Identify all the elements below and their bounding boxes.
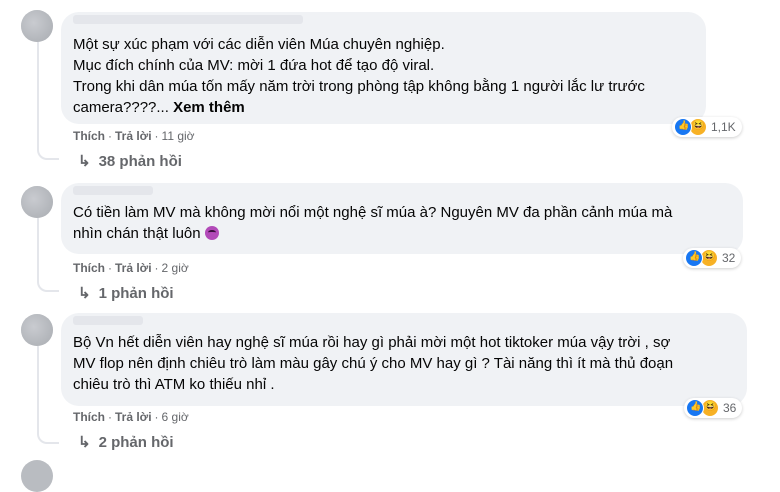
replies-count: 38 phản hồi (98, 152, 182, 170)
reaction-summary[interactable]: 36 (684, 398, 743, 418)
comment-timestamp[interactable]: 2 giờ (162, 261, 189, 275)
thread-connector (37, 430, 59, 444)
like-button[interactable]: Thích (73, 129, 105, 143)
view-replies-link[interactable]: ↳ 2 phản hồi (78, 433, 174, 452)
comment-line: Mục đích chính của MV: mời 1 đứa hot để … (73, 57, 435, 74)
reply-arrow-icon: ↳ (78, 434, 91, 451)
commenter-name[interactable] (73, 15, 303, 24)
comment-bubble: Có tiền làm MV mà không mời nổi một nghệ… (61, 183, 743, 254)
like-icon (685, 249, 703, 267)
reply-button[interactable]: Trả lời (115, 261, 152, 275)
reply-arrow-icon: ↳ (78, 285, 91, 302)
like-button[interactable]: Thích (73, 410, 105, 424)
comment-line: chiêu trò thì ATM ko thiếu nhỉ . (73, 376, 275, 393)
comment-actions: Thích · Trả lời · 2 giờ (73, 261, 189, 275)
thread-line (37, 346, 39, 430)
comment-line: Có tiền làm MV mà không mời nổi một nghệ… (73, 204, 673, 221)
reply-arrow-icon: ↳ (78, 153, 91, 170)
avatar[interactable] (21, 314, 53, 346)
thread-connector (37, 278, 59, 292)
comment-actions: Thích · Trả lời · 11 giờ (73, 129, 195, 143)
comment-timestamp[interactable]: 6 giờ (162, 410, 189, 424)
commenter-name[interactable] (73, 316, 143, 325)
like-icon (674, 118, 692, 136)
like-button[interactable]: Thích (73, 261, 105, 275)
comment-line: Trong khi dân múa tốn mấy năm trời trong… (73, 78, 645, 95)
comment-line: Một sự xúc phạm với các diễn viên Múa ch… (73, 36, 445, 53)
comment-line: camera????... (73, 99, 169, 116)
avatar[interactable] (21, 186, 53, 218)
see-more-link[interactable]: Xem thêm (173, 99, 245, 116)
view-replies-link[interactable]: ↳ 1 phản hồi (78, 284, 174, 303)
comment-thread: Một sự xúc phạm với các diễn viên Múa ch… (0, 0, 780, 492)
reply-button[interactable]: Trả lời (115, 129, 152, 143)
tired-face-emoji-icon (204, 226, 219, 240)
reply-button[interactable]: Trả lời (115, 410, 152, 424)
replies-count: 2 phản hồi (98, 433, 174, 451)
avatar[interactable] (21, 460, 53, 492)
comment-text: Bộ Vn hết diễn viên hay nghệ sĩ múa rồi … (73, 332, 735, 395)
commenter-name[interactable] (73, 186, 153, 195)
reaction-count: 36 (723, 401, 737, 415)
comment-bubble: Một sự xúc phạm với các diễn viên Múa ch… (61, 12, 706, 124)
view-replies-link[interactable]: ↳ 38 phản hồi (78, 152, 182, 171)
reaction-count: 32 (722, 251, 736, 265)
like-icon (686, 399, 704, 417)
comment-line: Bộ Vn hết diễn viên hay nghệ sĩ múa rồi … (73, 334, 671, 351)
thread-line (37, 216, 39, 278)
comment-text: Một sự xúc phạm với các diễn viên Múa ch… (73, 34, 694, 118)
comment-line: nhìn chán thật luôn (73, 225, 201, 242)
reaction-summary[interactable]: 1,1K (672, 117, 742, 137)
thread-connector (37, 146, 59, 160)
reaction-count: 1,1K (711, 120, 736, 134)
comment-text: Có tiền làm MV mà không mời nổi một nghệ… (73, 202, 731, 244)
comment-bubble: Bộ Vn hết diễn viên hay nghệ sĩ múa rồi … (61, 313, 747, 406)
avatar[interactable] (21, 10, 53, 42)
comment-timestamp[interactable]: 11 giờ (162, 129, 195, 143)
comment-line: MV flop nên định chiêu trò làm màu gây c… (73, 355, 674, 372)
reaction-summary[interactable]: 32 (683, 248, 742, 268)
thread-line (37, 38, 39, 146)
replies-count: 1 phản hồi (98, 284, 174, 302)
comment-actions: Thích · Trả lời · 6 giờ (73, 410, 189, 424)
